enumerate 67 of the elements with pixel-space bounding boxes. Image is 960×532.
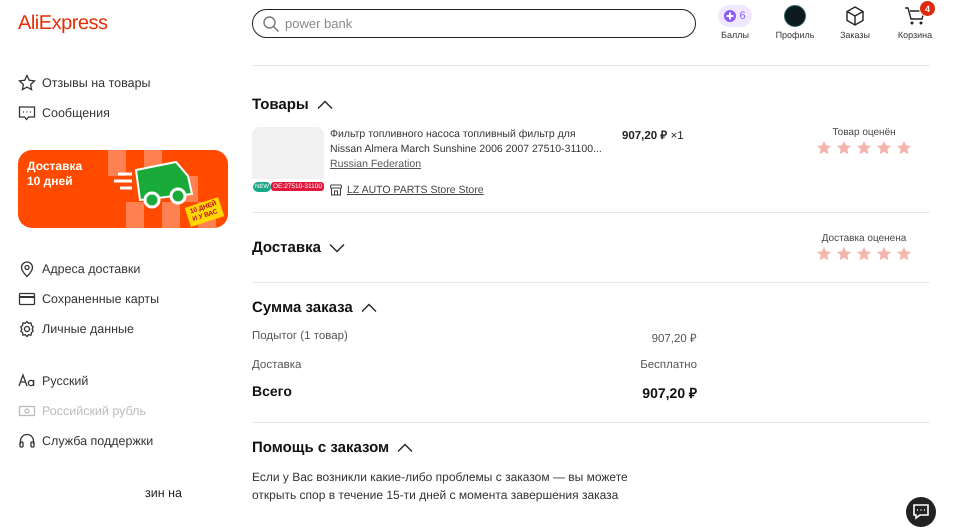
location-pin-icon [18,260,36,278]
action-label: Корзина [898,30,932,40]
star-icon [896,246,912,262]
header-action[interactable]: Заказы [832,5,878,40]
banner-title: Доставка 10 дней [26,158,82,189]
sidebar-item[interactable]: Русский [18,366,88,396]
product-title[interactable]: Фильтр топливного насоса топливный фильтр для Nissan Almera March Sunshine 2006 2007 27510-31100... [330,127,608,157]
star-icon [896,140,912,156]
cart-icon [904,5,926,27]
headset-icon [18,432,36,450]
star-icon [876,140,892,156]
star-icon [18,74,36,92]
total-label: Всего [252,383,292,401]
origin-link[interactable]: Russian Federation [330,157,422,172]
rating-label: Товар оценён [832,127,896,138]
sidebar-item[interactable]: Сообщения [18,98,110,128]
chat-button[interactable] [906,497,936,527]
section-header[interactable]: Доставка [252,239,345,256]
section-header[interactable]: Товары [252,96,333,113]
star-rating[interactable] [816,140,912,156]
action-label: Заказы [840,30,870,40]
summary-label: Подытог (1 товар) [252,330,348,344]
chevron-up-icon [360,302,377,312]
chevron-down-icon [328,242,345,252]
star-icon [836,140,852,156]
cart-count-badge: 4 [919,0,936,17]
plus-icon [724,10,736,22]
star-icon [856,140,872,156]
price: 907,20 ₽ ×1 [621,129,685,144]
header-action[interactable]: 6 Баллы [712,5,758,40]
star-icon [856,246,872,262]
sidebar-item[interactable]: Сохраненные карты [18,284,160,314]
chevron-up-icon [397,442,414,452]
sidebar-item[interactable]: Отзывы на товары [18,68,151,98]
action-label: Профиль [776,30,814,40]
summary-value: Бесплатно [640,359,697,371]
section-header[interactable]: Сумма заказа [252,299,377,316]
summary-value: 907,20 ₽ [652,332,697,345]
search-field[interactable]: power bank [252,9,696,38]
store-link[interactable]: LZ AUTO PARTS Store Store [330,184,484,196]
points-count: 6 [739,10,746,22]
total-value: 907,20 ₽ [642,384,697,402]
help-text: Если у Вас возникли какие-либо проблемы с заказом — вы можете открыть спор в течение 15-ти дней с момента завершения заказа [252,469,629,504]
star-icon [876,246,892,262]
star-icon [816,246,832,262]
speech-bubble-icon [18,104,36,122]
sidebar-item[interactable]: Адреса доставки [18,254,140,284]
credit-card-icon [18,290,36,308]
star-rating[interactable] [816,246,912,262]
star-icon [816,140,832,156]
summary-label: Доставка [252,359,302,371]
rating-label: Доставка оценена [822,233,906,244]
action-label: Баллы [721,30,749,40]
sidebar-text: зин на [145,486,182,500]
box-icon [844,5,866,27]
section-header[interactable]: Помощь с заказом [252,439,414,456]
chat-icon [912,504,930,520]
star-icon [836,246,852,262]
truck-icon [112,160,194,208]
sidebar-item[interactable]: Личные данные [18,314,134,344]
chevron-up-icon [316,100,333,110]
settings-icon [18,320,36,338]
logo[interactable]: AliExpress [18,12,108,36]
header-action[interactable]: Профиль [772,5,818,40]
sidebar-item[interactable]: Служба поддержки [18,426,154,456]
store-icon [330,184,342,196]
avatar-icon [784,5,806,27]
